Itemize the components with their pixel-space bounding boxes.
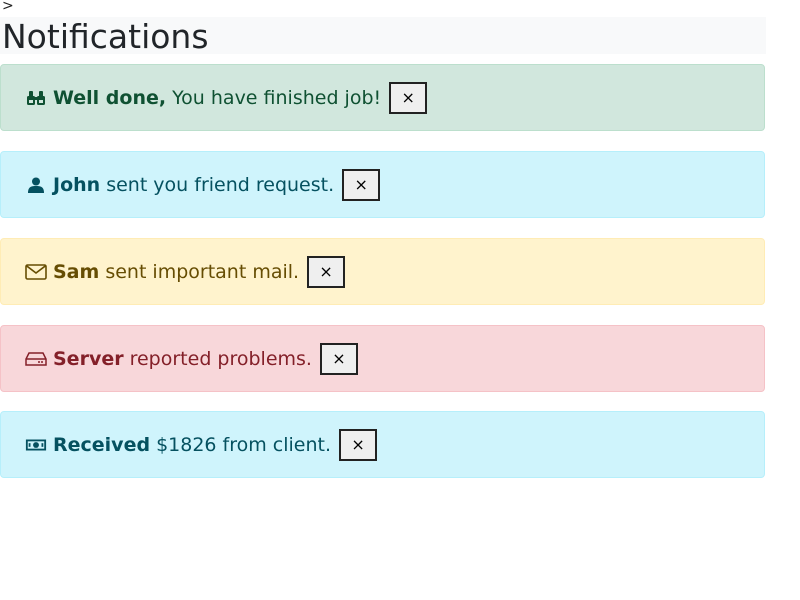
- notification-message: sent you friend request.: [106, 173, 335, 196]
- close-button[interactable]: ×: [342, 168, 381, 201]
- notification-alert-info: John sent you friend request. ×: [0, 151, 765, 218]
- notification-title: Server: [53, 347, 124, 370]
- notification-message: You have finished job!: [172, 86, 382, 109]
- notification-alert-info: Received $1826 from client. ×: [0, 411, 765, 478]
- notification-alert-success: Well done, You have finished job! ×: [0, 64, 765, 131]
- notification-message: reported problems.: [129, 347, 312, 370]
- stray-text: >: [2, 0, 14, 14]
- cash-icon: [25, 437, 47, 453]
- notification-title: Received: [53, 433, 151, 456]
- binoculars-icon: [25, 90, 47, 106]
- page-title: Notifications: [2, 17, 209, 56]
- notification-title: John: [53, 173, 101, 196]
- notification-alert-danger: Server reported problems. ×: [0, 325, 765, 392]
- notification-title: Well done,: [53, 86, 167, 109]
- hdd-icon: [25, 351, 47, 367]
- notification-alert-warning: Sam sent important mail. ×: [0, 238, 765, 305]
- page-header: Notifications: [0, 17, 766, 56]
- notification-message: $1826 from client.: [156, 433, 332, 456]
- close-button[interactable]: ×: [319, 342, 358, 375]
- close-button[interactable]: ×: [339, 428, 378, 461]
- notification-title: Sam: [53, 260, 100, 283]
- notification-message: sent important mail.: [105, 260, 300, 283]
- envelope-icon: [25, 263, 47, 280]
- close-button[interactable]: ×: [307, 255, 346, 288]
- person-icon: [25, 177, 47, 193]
- close-button[interactable]: ×: [389, 81, 428, 114]
